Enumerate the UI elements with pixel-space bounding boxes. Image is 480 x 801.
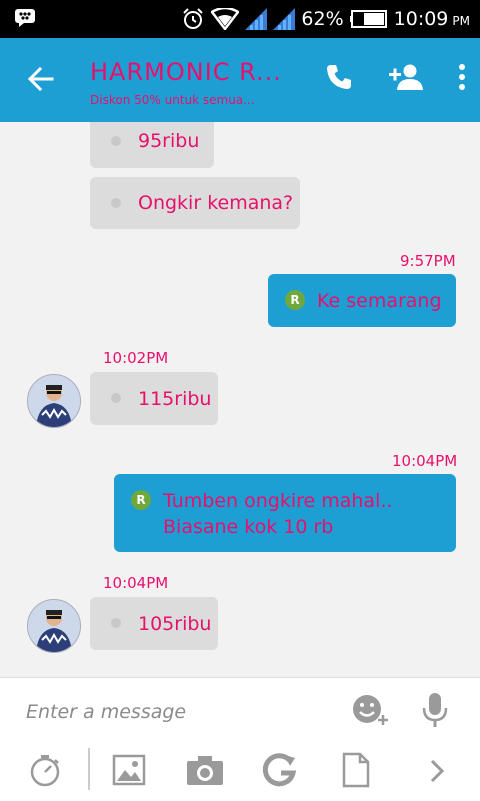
read-dot-icon [111, 393, 121, 403]
message-bubble-received[interactable]: 105ribu [90, 597, 218, 650]
back-arrow-icon[interactable] [26, 64, 56, 94]
camera-icon[interactable] [186, 754, 224, 786]
microphone-icon[interactable] [422, 692, 448, 728]
file-icon[interactable] [342, 752, 370, 788]
bbm-notification-icon [15, 9, 35, 27]
read-dot-icon [111, 618, 121, 628]
signal-1-icon [245, 8, 268, 30]
status-bar: 62% 10:09 PM [0, 0, 480, 38]
clock-time: 10:09 [393, 8, 449, 30]
chat-title[interactable]: HARMONIC R... [90, 58, 282, 86]
overflow-menu-icon[interactable] [458, 62, 466, 92]
clock-ampm: PM [452, 14, 470, 28]
avatar-image [28, 600, 80, 652]
chat-subtitle: Diskon 50% untuk semua... [90, 93, 255, 107]
read-dot-icon [111, 198, 121, 208]
message-text: 105ribu [138, 613, 212, 635]
contact-avatar[interactable] [27, 599, 81, 653]
clock: 10:09 PM [394, 8, 470, 30]
chat-area[interactable]: 95ribu Ongkir kemana? 9:57PM R Ke semara… [0, 122, 480, 677]
message-bubble-received[interactable]: Ongkir kemana? [90, 177, 300, 229]
add-contact-icon[interactable] [388, 62, 424, 92]
read-receipt-icon: R [285, 290, 305, 310]
toolbar-divider [88, 748, 90, 790]
message-bubble-received[interactable]: 115ribu [90, 372, 218, 425]
contact-avatar[interactable] [27, 374, 81, 428]
battery-percent: 62% [301, 8, 344, 30]
message-input[interactable] [24, 696, 328, 728]
message-text: Ongkir kemana? [138, 192, 294, 214]
message-text-line-1: Tumben ongkire mahal.. [163, 490, 393, 512]
read-dot-icon [111, 136, 121, 146]
battery-icon [349, 10, 387, 28]
message-timestamp: 9:57PM [400, 252, 456, 270]
message-text: Ke semarang [317, 290, 442, 312]
avatar-image [28, 375, 80, 427]
timer-icon[interactable] [28, 753, 62, 787]
wifi-icon [211, 8, 240, 30]
message-timestamp: 10:04PM [392, 452, 458, 470]
read-receipt-icon: R [131, 490, 151, 510]
alarm-icon [183, 8, 204, 29]
gallery-icon[interactable] [112, 753, 146, 787]
message-bubble-received[interactable]: 95ribu [90, 122, 214, 168]
chevron-right-icon[interactable] [428, 758, 446, 784]
app-bar: HARMONIC R... Diskon 50% untuk semua... [0, 38, 480, 122]
phone-call-icon[interactable] [324, 62, 354, 92]
refresh-g-icon[interactable] [262, 752, 298, 788]
message-bubble-sent[interactable]: R Ke semarang [268, 274, 456, 327]
message-text: 95ribu [138, 130, 200, 152]
signal-2-icon [273, 8, 296, 30]
message-timestamp: 10:02PM [103, 349, 169, 367]
message-text: 115ribu [138, 388, 212, 410]
message-timestamp: 10:04PM [103, 574, 169, 592]
message-text-line-2: Biasane kok 10 rb [163, 516, 334, 538]
message-bubble-sent[interactable]: R Tumben ongkire mahal.. Biasane kok 10 … [114, 474, 456, 552]
emoji-add-icon[interactable] [352, 694, 392, 730]
composer [0, 677, 480, 801]
